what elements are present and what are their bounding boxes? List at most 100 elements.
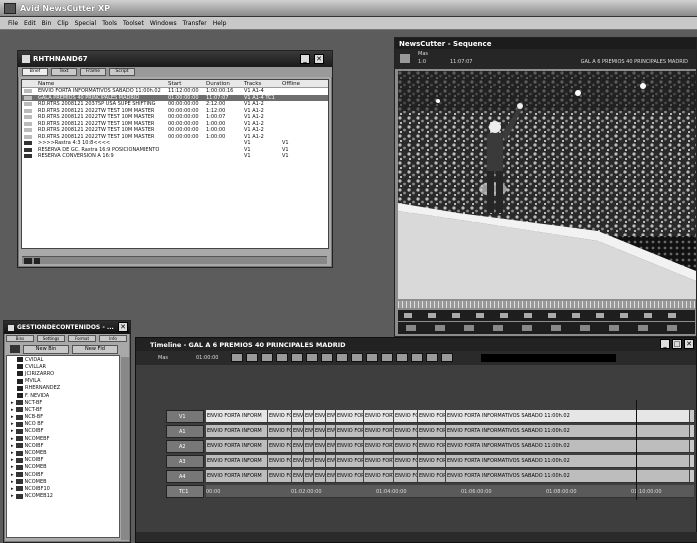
clip[interactable]: ENVIO FORTA INFORM — [268, 410, 292, 422]
clip[interactable]: ENVIO FORTA INFORM — [268, 470, 292, 482]
clip[interactable]: ENVIO — [292, 470, 304, 482]
track-lane-a1[interactable]: ENVIO FORTA INFORMENVIO FORTA INFORMENVI… — [206, 425, 694, 438]
list-item[interactable]: ▸ NCT-BF — [7, 406, 119, 414]
close-icon[interactable]: ✕ — [314, 54, 324, 64]
go-to-in-icon[interactable] — [572, 313, 580, 318]
clip[interactable]: ENVIO FORTA INFORM — [206, 410, 268, 422]
clip[interactable]: ENVIO — [326, 470, 336, 482]
close-icon[interactable]: ✕ — [684, 339, 694, 349]
clip[interactable]: ENVIO FORTA INFORM — [418, 410, 446, 422]
mark-out-icon[interactable] — [321, 353, 333, 362]
viewer-titlebar[interactable]: NewsCutter - Sequence — [395, 38, 696, 49]
clip[interactable]: ENVIO FORTA INFORM — [364, 470, 394, 482]
clip[interactable]: ENVIO FORTA INFORM — [364, 410, 394, 422]
track-lane-a2[interactable]: ENVIO FORTA INFORMENVIO FORTA INFORMENVI… — [206, 440, 694, 453]
clip[interactable]: ENVIO — [304, 440, 314, 452]
list-item[interactable]: JCIRIZARRO — [7, 370, 119, 378]
project-menu-icon[interactable] — [10, 345, 20, 353]
menu-bin[interactable]: Bin — [42, 20, 52, 27]
splice-icon[interactable] — [246, 353, 258, 362]
expand-triangle-icon[interactable]: ▸ — [11, 457, 14, 463]
audio-icon[interactable] — [551, 325, 561, 331]
render-icon[interactable] — [580, 325, 590, 331]
bin-menu-icon[interactable] — [24, 258, 32, 264]
minimize-icon[interactable]: _ — [300, 54, 310, 64]
clip[interactable]: ENVIO — [314, 440, 326, 452]
list-item[interactable]: ▸ NCOMEB — [7, 463, 119, 471]
close-icon[interactable]: ✕ — [118, 322, 128, 332]
expand-triangle-icon[interactable]: ▸ — [11, 421, 14, 427]
clip[interactable]: ENVIO FORTA INFORM — [394, 470, 418, 482]
list-item[interactable]: CVILLAR — [7, 363, 119, 371]
clip[interactable]: ENVIO FORTA INFORM — [394, 440, 418, 452]
track-header-tc1[interactable]: TC1 — [166, 485, 204, 498]
clip[interactable]: ENVIO — [292, 455, 304, 467]
bin-tab-text[interactable]: Text — [51, 68, 77, 76]
overwrite-icon[interactable] — [261, 353, 273, 362]
menu-toolset[interactable]: Toolset — [123, 20, 144, 27]
clip[interactable]: ENVIO FORTA INFORM — [336, 425, 364, 437]
menu-edit[interactable]: Edit — [24, 20, 36, 27]
add-edit-icon[interactable] — [464, 325, 474, 331]
bin-tab-brief[interactable]: Brief — [22, 68, 48, 76]
expand-triangle-icon[interactable]: ▸ — [11, 428, 14, 434]
bin-col-tracks[interactable]: Tracks — [242, 80, 280, 87]
menu-tools[interactable]: Tools — [102, 20, 117, 27]
trim-icon[interactable] — [493, 325, 503, 331]
list-item[interactable]: ▸ NCOMEB — [7, 478, 119, 486]
track-header-a2[interactable]: A2 — [166, 440, 204, 453]
clip[interactable]: ENVIO — [292, 425, 304, 437]
clip[interactable]: ENVIO FORTA INFORM — [268, 440, 292, 452]
clip[interactable]: ENVIO — [314, 470, 326, 482]
list-item[interactable]: ▸ NCOIBF10 — [7, 485, 119, 493]
segment-icon[interactable] — [522, 325, 532, 331]
clip[interactable]: ENVIO — [292, 440, 304, 452]
timeline-titlebar[interactable]: Timeline - GAL A 6 PREMIOS 40 PRINCIPALE… — [136, 338, 696, 351]
maximize-icon[interactable]: □ — [672, 339, 682, 349]
clip[interactable]: ENVIO FORTA INFORM — [418, 440, 446, 452]
clip[interactable]: ENVIO FORTA INFORM — [336, 455, 364, 467]
list-item[interactable]: ▸ NCOMEB12 — [7, 492, 119, 500]
clear-marks-icon[interactable] — [620, 313, 628, 318]
clip[interactable]: ENVIO FORTA INFORM — [336, 440, 364, 452]
step-forward-icon[interactable] — [548, 313, 556, 318]
match-frame-icon[interactable] — [366, 353, 378, 362]
clip[interactable]: ENVIO — [314, 425, 326, 437]
expand-triangle-icon[interactable]: ▸ — [11, 464, 14, 470]
minimize-icon[interactable]: _ — [660, 339, 670, 349]
play-icon[interactable] — [476, 313, 484, 318]
overwrite-icon[interactable] — [668, 313, 676, 318]
clip[interactable]: ENVIO FORTA INFORMATIVOS SABADO 11:00h.0… — [446, 440, 690, 452]
clip[interactable]: ENVIO — [326, 425, 336, 437]
list-item[interactable]: ▸ NCOIBF — [7, 427, 119, 436]
clip[interactable]: ENVIO FORTA INFORM — [394, 425, 418, 437]
expand-triangle-icon[interactable]: ▸ — [11, 486, 14, 492]
menu-file[interactable]: File — [8, 20, 18, 27]
expand-triangle-icon[interactable]: ▸ — [11, 472, 14, 478]
bin-col-name[interactable]: Name — [36, 80, 166, 87]
track-header-a3[interactable]: A3 — [166, 455, 204, 468]
step-icon[interactable] — [381, 353, 393, 362]
match-frame-icon[interactable] — [609, 325, 619, 331]
mark-out-icon[interactable] — [452, 313, 460, 318]
clip[interactable]: ENVIO — [314, 410, 326, 422]
clip[interactable]: ENVIO FORTA INFORM — [418, 425, 446, 437]
clip[interactable]: ENVIO FORTA INFORM — [364, 425, 394, 437]
bin-titlebar[interactable]: RHTHNAND67 _ ✕ — [18, 51, 332, 67]
splice-icon[interactable] — [644, 313, 652, 318]
go-to-out-icon[interactable] — [596, 313, 604, 318]
clip[interactable]: ENVIO FORTA INFORM — [206, 470, 268, 482]
project-tab-format[interactable]: Format — [68, 335, 96, 342]
expand-triangle-icon[interactable]: ▸ — [11, 443, 14, 449]
list-item[interactable]: ▸ NCOMEBF — [7, 435, 119, 443]
clip[interactable]: ENVIO FORTA INFORM — [418, 455, 446, 467]
list-item[interactable]: ▸ NCT-BF — [7, 399, 119, 407]
list-item[interactable]: ▸ NCB-BF — [7, 413, 119, 421]
project-btn-0[interactable]: New Bin — [23, 344, 69, 354]
track-lane-v1[interactable]: ENVIO FORTA INFORMENVIO FORTA INFORMENVI… — [206, 410, 694, 423]
expand-triangle-icon[interactable]: ▸ — [11, 407, 14, 413]
menu-clip[interactable]: Clip — [57, 20, 68, 27]
go-out-icon[interactable] — [411, 353, 423, 362]
clip[interactable]: ENVIO FORTA INFORM — [418, 470, 446, 482]
timeline-scroll-field[interactable] — [481, 354, 616, 362]
